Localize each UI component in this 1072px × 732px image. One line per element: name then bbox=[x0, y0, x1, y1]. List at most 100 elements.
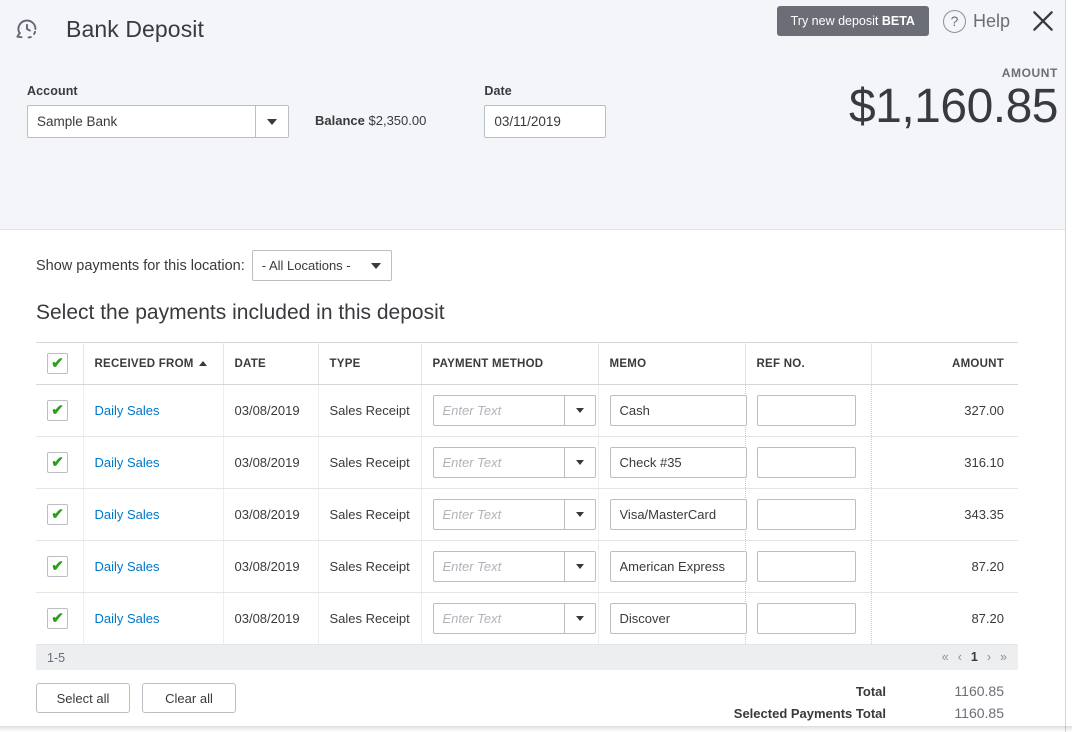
pagination-page-1[interactable]: 1 bbox=[971, 651, 978, 664]
right-scrollbar-rail[interactable] bbox=[1065, 0, 1072, 732]
memo-input[interactable] bbox=[609, 603, 747, 634]
payment-method-combo[interactable]: Enter Text bbox=[432, 447, 596, 478]
row-checkbox-cell: ✔ bbox=[36, 540, 84, 593]
date-input[interactable] bbox=[484, 105, 607, 138]
pagination-controls: « ‹ 1 › » bbox=[942, 651, 1007, 664]
received-from-link[interactable]: Daily Sales bbox=[95, 611, 160, 626]
account-select[interactable]: Sample Bank bbox=[27, 105, 289, 138]
memo-input[interactable] bbox=[609, 551, 747, 582]
ref-no-input[interactable] bbox=[756, 603, 856, 634]
cell-payment-method: Enter Text bbox=[421, 488, 599, 541]
body-area: Show payments for this location: - All L… bbox=[0, 230, 1072, 727]
ref-no-input[interactable] bbox=[756, 395, 856, 426]
column-header-ref-no[interactable]: REF NO. bbox=[745, 342, 872, 385]
check-icon: ✔ bbox=[51, 355, 64, 372]
received-from-link[interactable]: Daily Sales bbox=[95, 455, 160, 470]
ref-no-input[interactable] bbox=[756, 551, 856, 582]
memo-input[interactable] bbox=[609, 395, 747, 426]
cell-date: 03/08/2019 bbox=[223, 384, 319, 437]
row-checkbox[interactable]: ✔ bbox=[47, 400, 68, 421]
column-header-date[interactable]: DATE bbox=[223, 342, 319, 385]
chevron-down-icon[interactable] bbox=[563, 396, 595, 425]
balance-value: $2,350.00 bbox=[368, 113, 427, 128]
check-icon: ✔ bbox=[51, 506, 64, 523]
deposit-amount-display: AMOUNT $1,160.85 bbox=[848, 66, 1059, 133]
cell-amount: 343.35 bbox=[871, 488, 1018, 541]
chevron-down-icon[interactable] bbox=[563, 500, 595, 529]
sort-ascending-icon bbox=[198, 361, 207, 367]
titlebar-actions: Try new deposit BETA ? Help bbox=[776, 6, 1058, 36]
selected-total-label: Selected Payments Total bbox=[733, 706, 886, 721]
row-checkbox[interactable]: ✔ bbox=[47, 504, 68, 525]
date-label: Date bbox=[484, 84, 512, 98]
cell-memo bbox=[598, 488, 747, 541]
cell-received-from: Daily Sales bbox=[83, 488, 224, 541]
select-all-checkbox[interactable]: ✔ bbox=[47, 353, 68, 374]
cell-received-from: Daily Sales bbox=[83, 540, 224, 593]
pagination-next[interactable]: › bbox=[987, 651, 991, 664]
total-row: Total 1160.85 bbox=[734, 683, 1004, 699]
cell-amount: 87.20 bbox=[871, 540, 1018, 593]
location-select[interactable]: - All Locations - bbox=[251, 250, 392, 281]
chevron-down-icon[interactable] bbox=[563, 448, 595, 477]
payment-method-combo[interactable]: Enter Text bbox=[432, 499, 596, 530]
cell-ref-no bbox=[745, 488, 872, 541]
check-icon: ✔ bbox=[51, 558, 64, 575]
row-checkbox[interactable]: ✔ bbox=[47, 452, 68, 473]
help-button[interactable]: ? Help bbox=[942, 9, 1010, 33]
cell-amount: 87.20 bbox=[871, 592, 1018, 645]
cell-received-from: Daily Sales bbox=[83, 436, 224, 489]
payment-method-combo[interactable]: Enter Text bbox=[432, 603, 596, 634]
column-header-amount[interactable]: AMOUNT bbox=[871, 342, 1018, 385]
table-row: ✔ Daily Sales 03/08/2019 Sales Receipt E… bbox=[36, 488, 1018, 541]
select-all-button[interactable]: Select all bbox=[36, 683, 130, 713]
clear-all-button[interactable]: Clear all bbox=[142, 683, 236, 713]
cell-date: 03/08/2019 bbox=[223, 488, 319, 541]
pagination-last[interactable]: » bbox=[1000, 651, 1007, 664]
history-clock-icon[interactable] bbox=[10, 12, 44, 46]
column-header-type[interactable]: TYPE bbox=[318, 342, 422, 385]
close-x-icon[interactable] bbox=[1028, 6, 1058, 36]
cell-memo bbox=[598, 436, 747, 489]
chevron-down-icon[interactable] bbox=[563, 552, 595, 581]
cell-type: Sales Receipt bbox=[318, 384, 422, 437]
table-header-row: ✔ RECEIVED FROM DATE TYPE PAYMENT METHOD… bbox=[36, 342, 1018, 385]
amount-value: $1,160.85 bbox=[848, 80, 1059, 133]
received-from-link[interactable]: Daily Sales bbox=[95, 507, 160, 522]
pagination-first[interactable]: « bbox=[942, 651, 949, 664]
received-from-link[interactable]: Daily Sales bbox=[95, 559, 160, 574]
chevron-down-icon[interactable] bbox=[255, 106, 288, 137]
column-header-payment-method[interactable]: PAYMENT METHOD bbox=[421, 342, 599, 385]
beta-button-text: Try new deposit bbox=[790, 14, 882, 28]
cell-ref-no bbox=[745, 592, 872, 645]
row-checkbox[interactable]: ✔ bbox=[47, 608, 68, 629]
cell-date: 03/08/2019 bbox=[223, 592, 319, 645]
memo-input[interactable] bbox=[609, 447, 747, 478]
ref-no-input[interactable] bbox=[756, 499, 856, 530]
payment-method-placeholder: Enter Text bbox=[442, 455, 502, 470]
received-from-link[interactable]: Daily Sales bbox=[95, 403, 160, 418]
column-header-memo[interactable]: MEMO bbox=[598, 342, 746, 385]
account-field: Account Sample Bank bbox=[27, 84, 289, 138]
payment-method-combo[interactable]: Enter Text bbox=[432, 395, 596, 426]
cell-memo bbox=[598, 592, 747, 645]
date-field: Date bbox=[484, 84, 607, 138]
selected-total-value: 1160.85 bbox=[954, 705, 1004, 721]
cell-received-from: Daily Sales bbox=[83, 592, 224, 645]
chevron-down-icon[interactable] bbox=[563, 604, 595, 633]
page-title: Bank Deposit bbox=[66, 15, 204, 42]
actions-row: Select all Clear all Total 1160.85 Selec… bbox=[36, 683, 1018, 727]
payment-method-placeholder: Enter Text bbox=[442, 611, 502, 626]
memo-input[interactable] bbox=[609, 499, 747, 530]
column-header-received-from[interactable]: RECEIVED FROM bbox=[83, 342, 224, 385]
ref-no-input[interactable] bbox=[756, 447, 856, 478]
cell-type: Sales Receipt bbox=[318, 540, 422, 593]
check-icon: ✔ bbox=[51, 402, 64, 419]
row-checkbox[interactable]: ✔ bbox=[47, 556, 68, 577]
cell-received-from: Daily Sales bbox=[83, 384, 224, 437]
payment-method-combo[interactable]: Enter Text bbox=[432, 551, 596, 582]
pagination-prev[interactable]: ‹ bbox=[958, 651, 962, 664]
help-label: Help bbox=[972, 10, 1010, 31]
try-new-deposit-button[interactable]: Try new deposit BETA bbox=[776, 6, 929, 36]
location-filter-label: Show payments for this location: bbox=[36, 257, 245, 274]
